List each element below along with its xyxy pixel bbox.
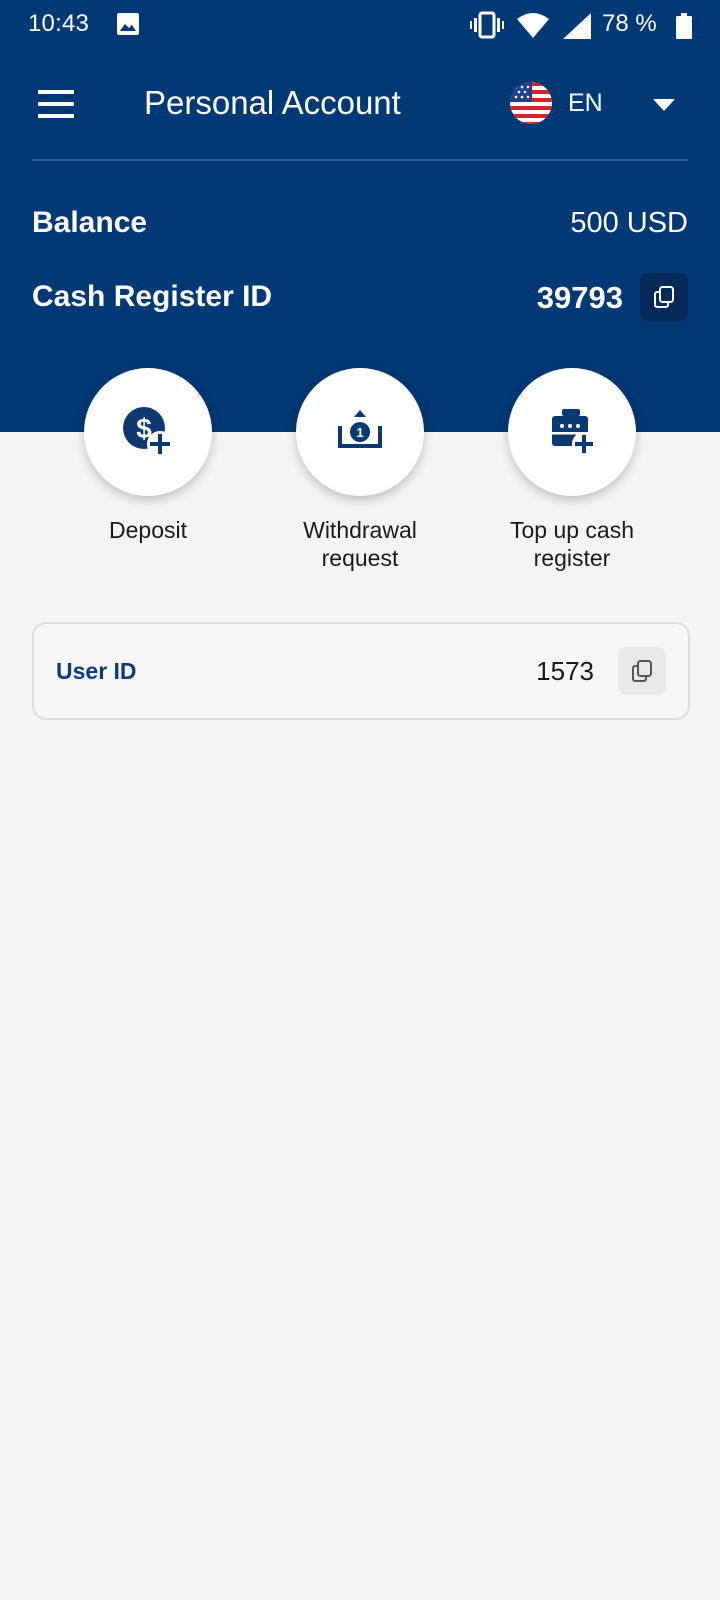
gallery-icon bbox=[117, 13, 139, 35]
deposit-label: Deposit bbox=[109, 517, 187, 543]
balance-label: Balance bbox=[32, 206, 148, 239]
withdrawal-circle: 1 bbox=[296, 368, 424, 496]
cash-register-value: 39793 bbox=[536, 280, 623, 315]
status-bar: 10:43 78 % bbox=[0, 0, 720, 50]
user-id-value: 1573 bbox=[536, 656, 594, 686]
copy-cash-register-button[interactable] bbox=[640, 273, 688, 321]
status-time: 10:43 bbox=[28, 10, 90, 37]
language-selector[interactable]: EN bbox=[510, 80, 690, 128]
cash-register-plus-icon bbox=[552, 409, 596, 456]
withdrawal-label: Withdrawal request bbox=[303, 517, 417, 571]
withdrawal-request-button[interactable]: 1 Withdrawal request bbox=[270, 368, 450, 572]
top-up-label: Top up cash register bbox=[509, 517, 635, 571]
deposit-button[interactable]: $ Deposit bbox=[58, 368, 238, 544]
vibrate-icon bbox=[470, 11, 504, 39]
battery-icon bbox=[676, 13, 692, 39]
dollar-plus-icon: $ bbox=[123, 407, 173, 457]
language-code: EN bbox=[568, 89, 603, 117]
menu-button[interactable] bbox=[30, 84, 82, 124]
withdraw-tray-icon: 1 bbox=[338, 410, 382, 448]
chevron-down-icon bbox=[653, 99, 675, 111]
top-up-cash-register-button[interactable]: Top up cash register bbox=[482, 368, 662, 572]
user-id-label: User ID bbox=[56, 658, 137, 684]
status-indicators: 78 % bbox=[470, 8, 692, 42]
battery-percent: 78 % bbox=[602, 10, 657, 37]
cash-register-label: Cash Register ID bbox=[32, 280, 273, 313]
page-title: Personal Account bbox=[144, 84, 401, 121]
signal-icon bbox=[563, 13, 591, 39]
copy-icon bbox=[654, 286, 674, 308]
copy-user-id-button[interactable] bbox=[618, 647, 666, 695]
top-up-circle bbox=[508, 368, 636, 496]
wifi-icon bbox=[517, 13, 549, 38]
deposit-circle: $ bbox=[84, 368, 212, 496]
svg-text:1: 1 bbox=[356, 425, 363, 440]
user-id-card: User ID 1573 bbox=[32, 622, 690, 720]
balance-value: 500 USD bbox=[570, 207, 688, 239]
hamburger-menu-icon bbox=[38, 90, 74, 94]
us-flag-icon bbox=[510, 82, 552, 124]
header-divider bbox=[32, 159, 688, 161]
copy-icon bbox=[632, 660, 652, 682]
